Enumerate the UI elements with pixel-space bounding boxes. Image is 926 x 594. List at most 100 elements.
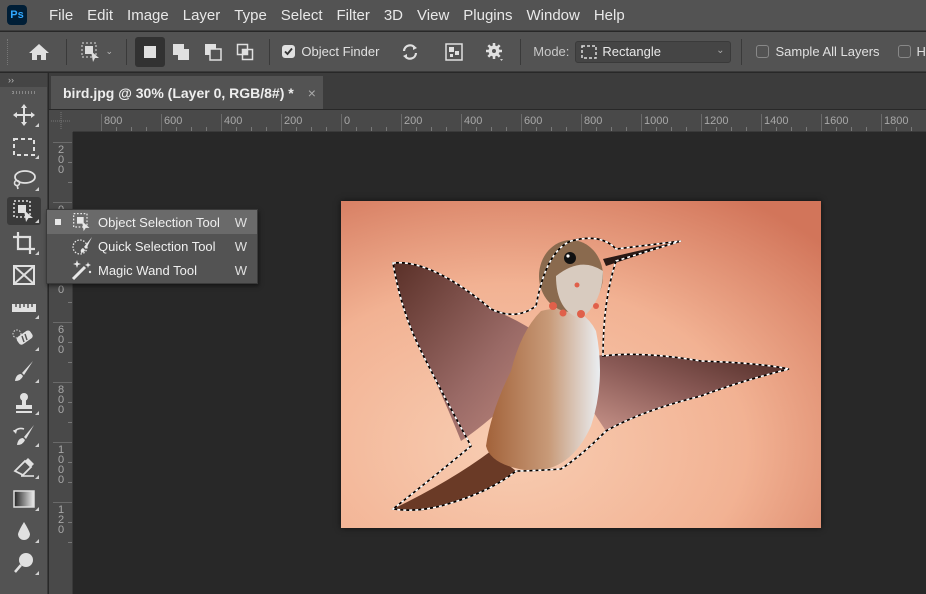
menu-edit[interactable]: Edit — [80, 0, 120, 31]
eraser-icon — [13, 458, 34, 477]
document-tab-title: bird.jpg @ 30% (Layer 0, RGB/8#) * — [63, 84, 294, 101]
menu-bar: Ps File Edit Image Layer Type Select Fil… — [0, 0, 926, 31]
toolbar-grip[interactable] — [0, 87, 47, 97]
options-bar-grip[interactable] — [7, 38, 10, 65]
menu-3d[interactable]: 3D — [377, 0, 410, 31]
ruler-minor-tick — [68, 182, 72, 183]
menu-filter[interactable]: Filter — [330, 0, 377, 31]
flyout-item-object-selection[interactable]: Object Selection Tool W — [47, 210, 257, 234]
ruler-minor-tick — [611, 127, 612, 131]
ruler-label: 600 — [524, 115, 543, 127]
ruler-label: 200 — [284, 115, 303, 127]
quick-selection-icon — [72, 237, 92, 255]
menu-image[interactable]: Image — [120, 0, 176, 31]
flyout-item-label: Magic Wand Tool — [98, 262, 197, 278]
ruler-minor-tick — [191, 127, 192, 131]
tools-panel: ›› — [0, 73, 48, 594]
ruler-minor-tick — [686, 127, 687, 131]
ruler-label: 1600 — [824, 115, 849, 127]
ruler-minor-tick — [68, 542, 72, 543]
frame-tool[interactable] — [7, 261, 41, 289]
flyout-item-magic-wand[interactable]: Magic Wand Tool W — [47, 258, 257, 282]
menu-window[interactable]: Window — [519, 0, 586, 31]
document-canvas-image[interactable] — [341, 201, 821, 528]
menu-file[interactable]: File — [42, 0, 80, 31]
subtract-from-selection-button[interactable] — [198, 37, 228, 67]
flyout-item-label: Object Selection Tool — [98, 214, 220, 230]
flyout-item-quick-selection[interactable]: Quick Selection Tool W — [47, 234, 257, 258]
ruler-minor-tick — [836, 127, 837, 131]
menu-type[interactable]: Type — [227, 0, 274, 31]
brush-tool[interactable] — [7, 357, 41, 385]
ruler-origin[interactable] — [49, 110, 73, 132]
rectangular-marquee-tool[interactable] — [7, 133, 41, 161]
menu-help[interactable]: Help — [587, 0, 632, 31]
separator — [741, 38, 743, 65]
move-icon — [13, 104, 35, 126]
ruler-label: 120 — [57, 504, 65, 536]
object-finder-checkbox[interactable] — [282, 45, 296, 58]
ruler-minor-tick — [476, 127, 477, 131]
home-button[interactable] — [24, 37, 54, 67]
ruler-label: 800 — [104, 115, 123, 127]
ruler-minor-tick — [296, 127, 297, 131]
lasso-tool[interactable] — [7, 165, 41, 193]
hard-edge-label: H — [916, 44, 926, 59]
history-brush-tool[interactable] — [7, 421, 41, 449]
ruler-label: 600 — [57, 324, 65, 356]
ruler-minor-tick — [68, 362, 72, 363]
refresh-object-finder-button[interactable] — [395, 37, 425, 67]
settings-button[interactable] — [481, 37, 511, 67]
horizontal-ruler[interactable]: 800 600 400 200 0 200 400 600 800 1000 1200 1400 160… — [73, 110, 926, 132]
ruler-minor-tick — [446, 127, 447, 131]
ruler-label: 1200 — [704, 115, 729, 127]
ruler-minor-tick — [731, 127, 732, 131]
dodge-tool[interactable] — [7, 549, 41, 577]
show-all-objects-button[interactable] — [439, 37, 469, 67]
move-tool[interactable] — [7, 101, 41, 129]
crop-tool[interactable] — [7, 229, 41, 257]
ruler-major-tick — [341, 114, 342, 131]
object-selection-tool[interactable] — [7, 197, 41, 225]
clone-stamp-tool[interactable] — [7, 389, 41, 417]
vertical-ruler[interactable]: 20004006008001000120 — [49, 132, 73, 594]
menu-view[interactable]: View — [410, 0, 456, 31]
sample-all-layers-toggle[interactable]: Sample All Layers — [756, 44, 880, 59]
ruler-major-tick — [53, 382, 72, 383]
tool-preset-picker[interactable]: ⌄ — [75, 37, 118, 67]
subtract-from-selection-icon — [205, 43, 222, 61]
ruler-minor-tick — [386, 127, 387, 131]
sample-all-layers-checkbox[interactable] — [756, 45, 770, 58]
ruler-minor-tick — [431, 127, 432, 131]
close-icon[interactable]: × — [308, 85, 316, 101]
hard-edge-checkbox[interactable] — [897, 45, 911, 58]
object-finder-toggle[interactable]: Object Finder — [282, 44, 379, 59]
brush-icon — [15, 361, 33, 381]
intersect-with-selection-button[interactable] — [230, 37, 260, 67]
menu-select[interactable]: Select — [274, 0, 330, 31]
intersect-with-selection-icon — [236, 43, 253, 60]
document-tab[interactable]: bird.jpg @ 30% (Layer 0, RGB/8#) * × — [51, 76, 323, 109]
new-selection-button[interactable] — [134, 36, 165, 67]
blur-tool[interactable] — [7, 517, 41, 545]
photoshop-logo-icon[interactable]: Ps — [7, 5, 27, 25]
eraser-tool[interactable] — [7, 453, 41, 481]
ruler-major-tick — [881, 114, 882, 131]
menu-plugins[interactable]: Plugins — [456, 0, 519, 31]
collapse-toolbar-button[interactable]: ›› — [0, 73, 47, 87]
rectangular-marquee-icon — [13, 138, 35, 156]
gradient-tool[interactable] — [7, 485, 41, 513]
ruler-minor-tick — [266, 127, 267, 131]
mode-select[interactable]: Rectangle ⌄ — [575, 40, 732, 63]
ruler-major-tick — [701, 114, 702, 131]
healing-brush-tool[interactable] — [7, 325, 41, 353]
ruler-major-tick — [281, 114, 282, 131]
hard-edge-toggle[interactable]: H — [897, 44, 926, 59]
ruler-major-tick — [521, 114, 522, 131]
add-to-selection-button[interactable] — [167, 37, 197, 67]
menu-layer[interactable]: Layer — [176, 0, 228, 31]
ruler-label: 200 — [57, 144, 65, 176]
flyout-item-shortcut: W — [234, 214, 247, 230]
ruler-tool[interactable] — [7, 293, 41, 321]
show-all-objects-icon — [445, 42, 463, 61]
